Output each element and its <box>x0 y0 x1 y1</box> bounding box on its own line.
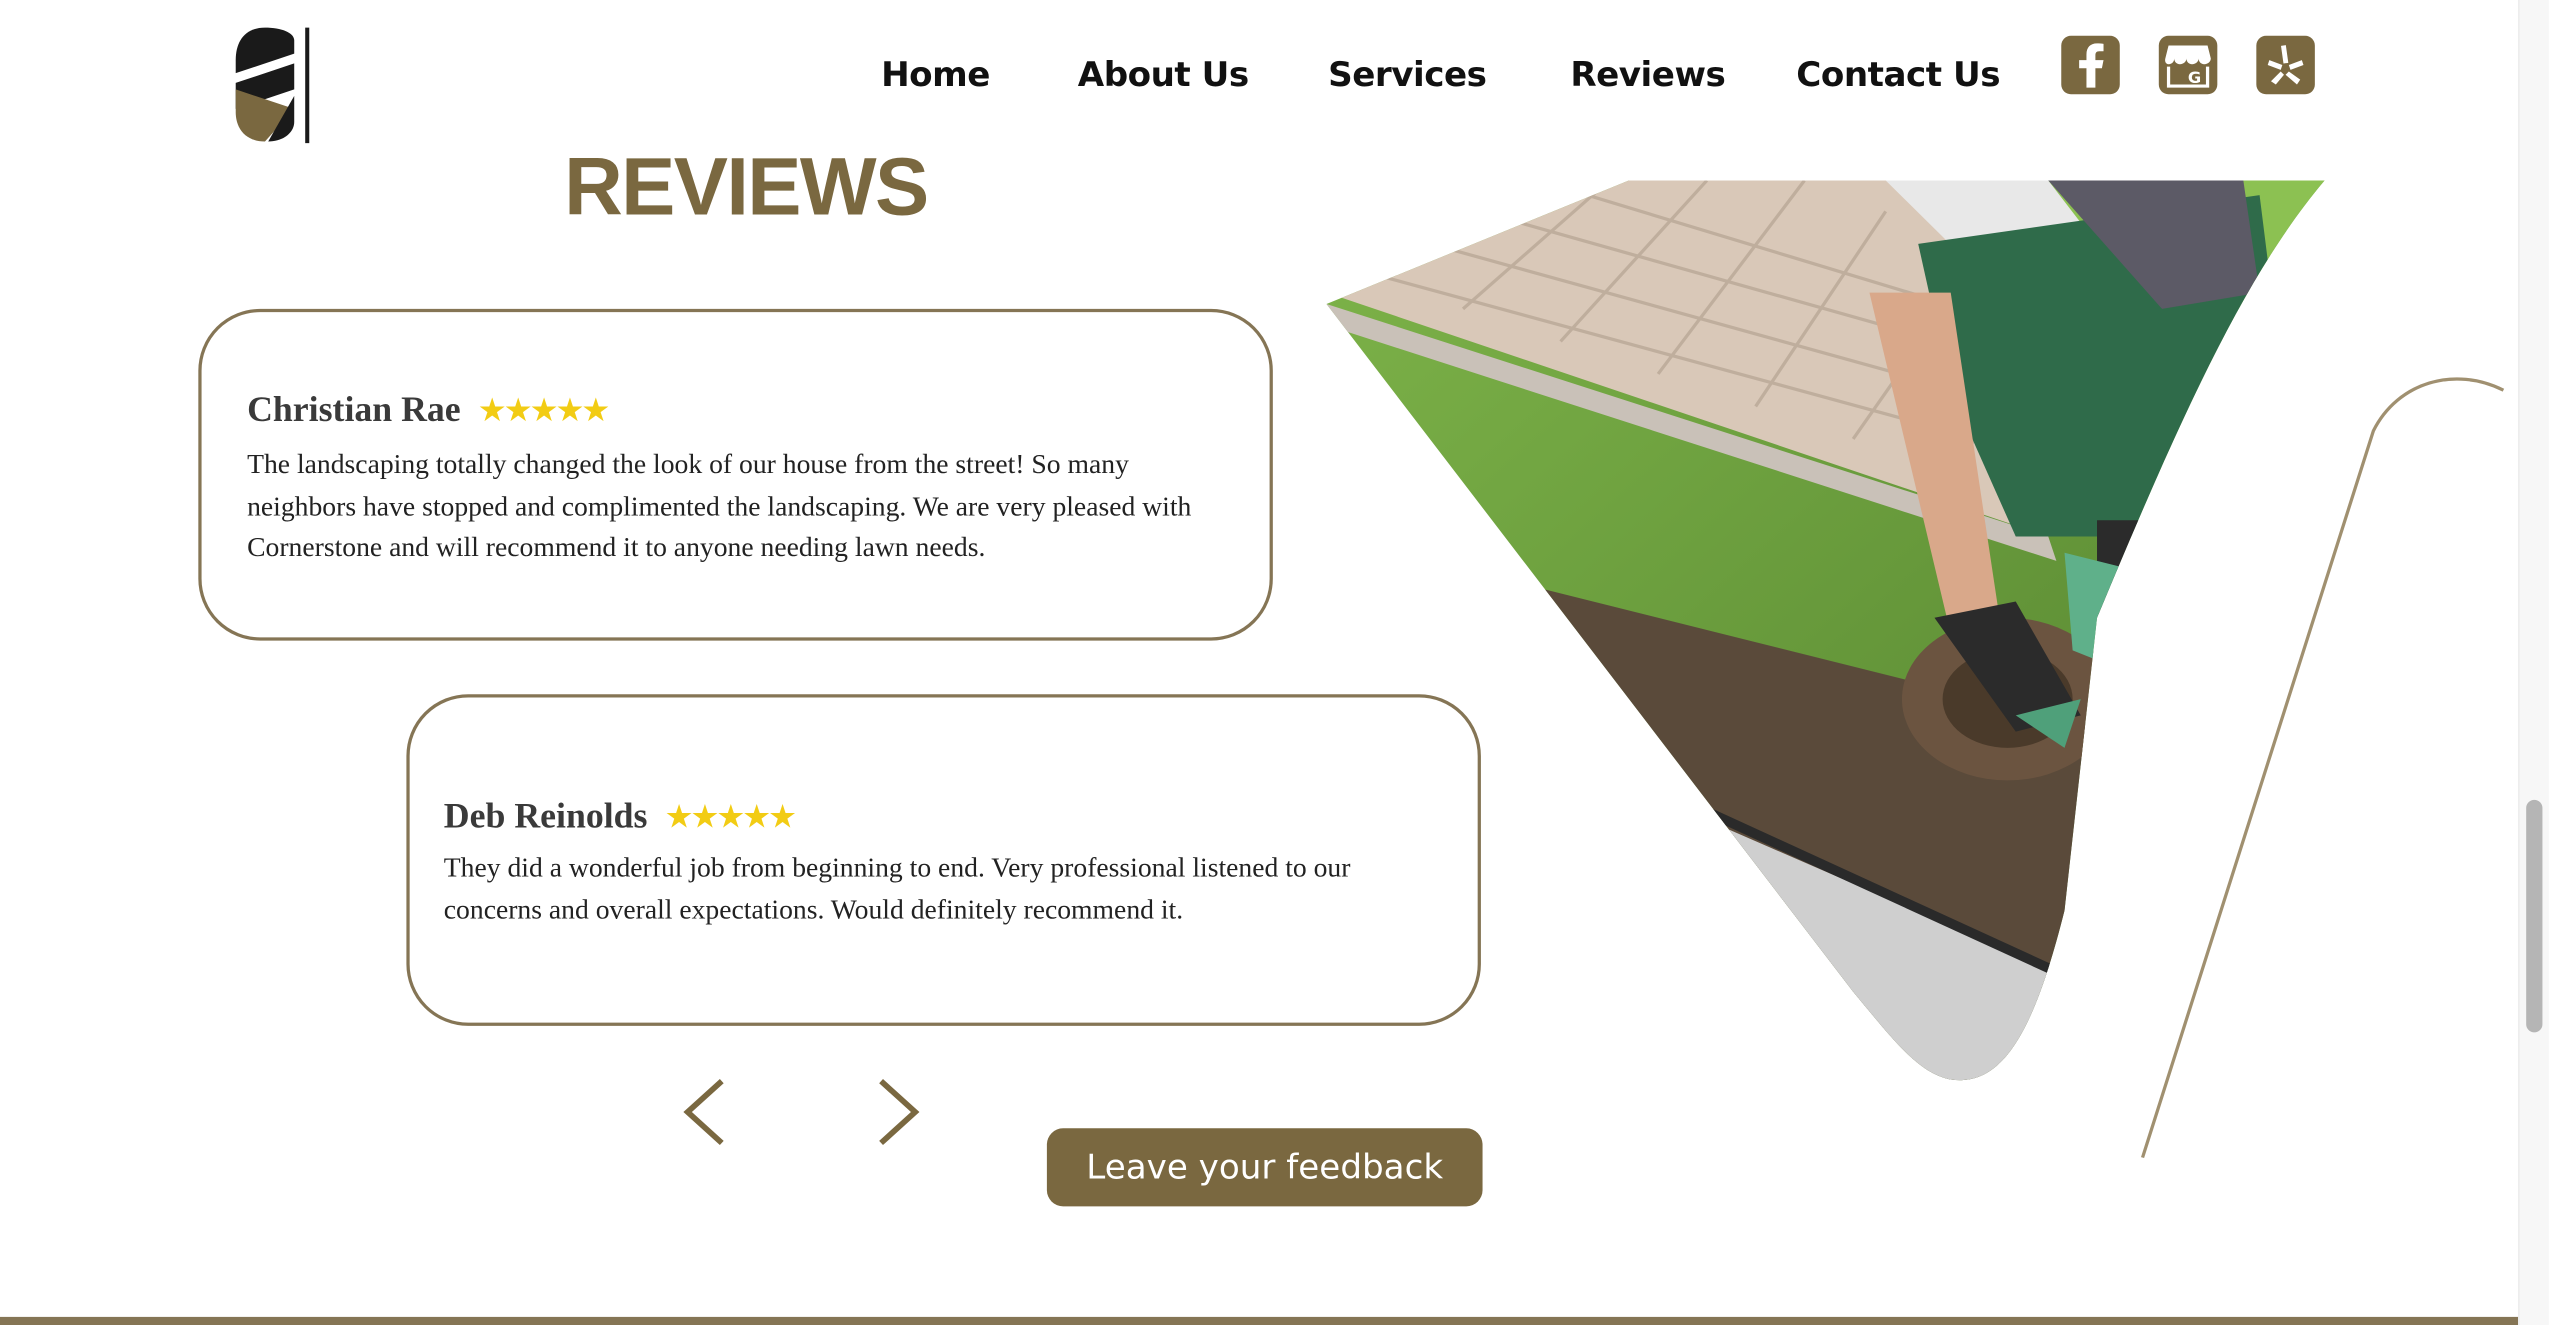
nav-home[interactable]: Home <box>881 55 990 94</box>
yelp-icon <box>2267 45 2304 85</box>
nav-contact-us[interactable]: Contact Us <box>1796 55 2000 94</box>
google-business-icon: G <box>2165 45 2211 88</box>
svg-text:G: G <box>2188 68 2201 87</box>
company-logo[interactable] <box>232 24 313 144</box>
star-rating: ★★★★★ <box>477 390 611 430</box>
facebook-link[interactable] <box>2061 35 2120 95</box>
nav-reviews[interactable]: Reviews <box>1570 55 1725 94</box>
footer-divider <box>0 1316 2519 1325</box>
star-icons: ★★★★★ <box>664 796 797 836</box>
star-icons: ★★★★★ <box>477 390 611 430</box>
landscaper-photo <box>1326 180 2325 1081</box>
nav-services[interactable]: Services <box>1328 55 1487 94</box>
review-text: They did a wonderful job from beginning … <box>443 851 1351 925</box>
yelp-link[interactable] <box>2256 35 2315 95</box>
review-card: Deb Reinolds ★★★★★ They did a wonderful … <box>406 694 1481 1026</box>
page: Home About Us Services Reviews Contact U… <box>0 0 2549 1325</box>
google-business-link[interactable]: G <box>2158 35 2218 95</box>
page-scrollbar[interactable] <box>2518 0 2549 1325</box>
star-rating: ★★★★★ <box>664 796 797 836</box>
next-arrow-icon[interactable] <box>875 1076 924 1148</box>
facebook-icon <box>2079 43 2104 88</box>
reviewer-name: Deb Reinolds <box>443 795 648 836</box>
reviewer-name: Christian Rae <box>247 388 461 430</box>
review-header: Deb Reinolds ★★★★★ <box>443 795 797 837</box>
decorative-curve <box>2140 377 2505 1159</box>
section-title: REVIEWS <box>564 141 929 233</box>
review-text: The landscaping totally changed the look… <box>247 448 1192 564</box>
nav-about-us[interactable]: About Us <box>1078 55 1249 94</box>
leave-feedback-button[interactable]: Leave your feedback <box>1046 1128 1483 1207</box>
review-header: Christian Rae ★★★★★ <box>247 388 611 431</box>
review-card: Christian Rae ★★★★★ The landscaping tota… <box>198 308 1273 641</box>
scrollbar-thumb[interactable] <box>2526 799 2543 1033</box>
previous-arrow-icon[interactable] <box>680 1076 729 1148</box>
